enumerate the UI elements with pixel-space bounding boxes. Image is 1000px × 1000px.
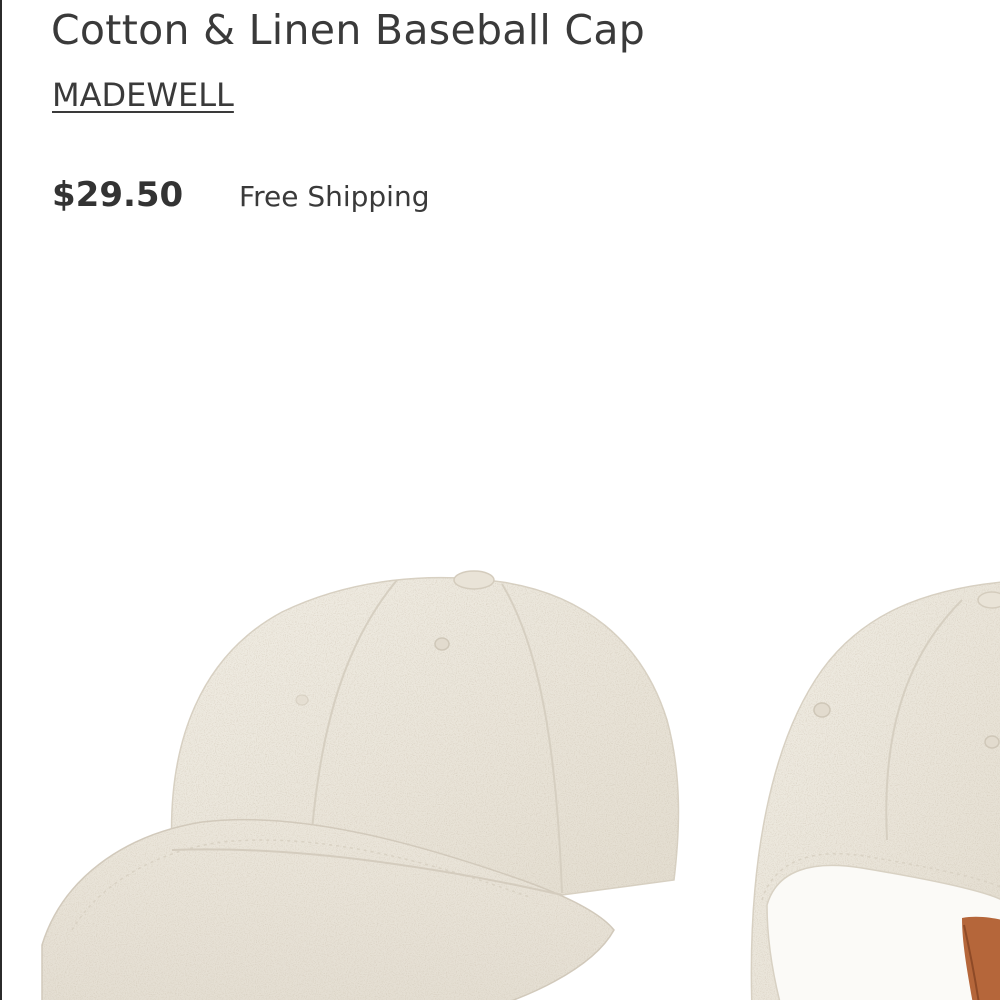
back-cap [750, 581, 1000, 1000]
brand-link[interactable]: MADEWELL [52, 76, 234, 114]
product-image[interactable] [2, 240, 1000, 1000]
product-page: Cotton & Linen Baseball Cap MADEWELL $29… [0, 0, 1000, 1000]
front-cap [41, 570, 680, 1000]
shipping-info: Free Shipping [239, 180, 430, 213]
product-price: $29.50 [52, 175, 184, 215]
cap-photo [41, 570, 1000, 1000]
product-title: Cotton & Linen Baseball Cap [51, 6, 646, 54]
